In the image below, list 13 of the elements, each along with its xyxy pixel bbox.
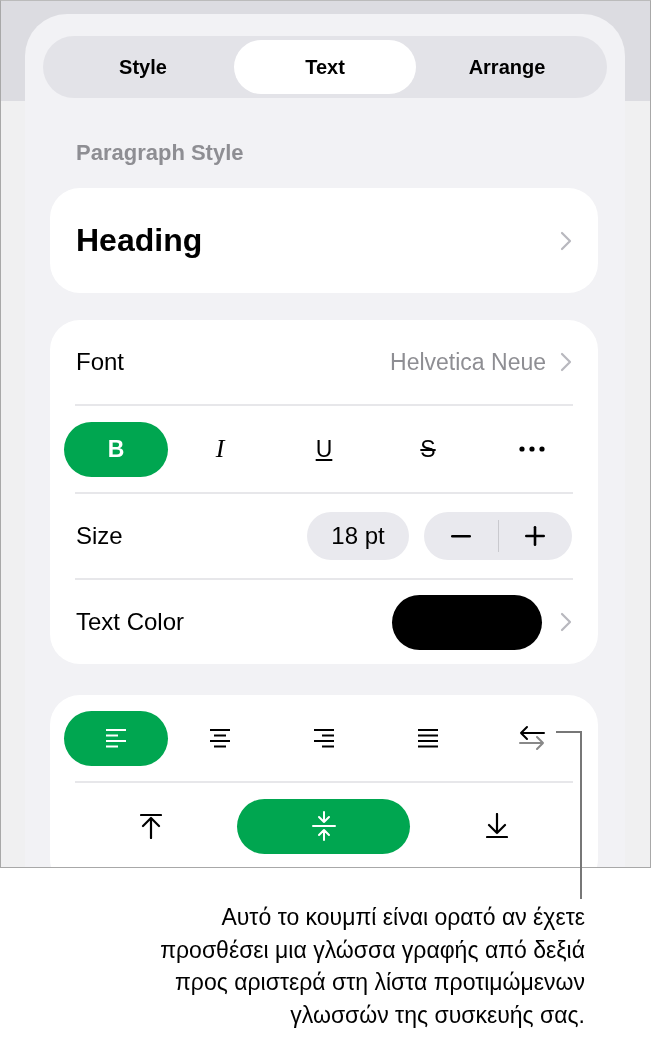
- tab[interactable]: Text: [234, 40, 416, 94]
- callout-text: Αυτό το κουμπί είναι ορατό αν έχετε προσθέσει μια γλώσσα γραφής από δεξιά προς αριστερά στη λίστα προτιμώμενων γλωσσών της συσκευής σας.: [160, 903, 585, 1030]
- size-value[interactable]: 18 pt: [307, 512, 409, 560]
- font-label: Font: [76, 348, 125, 376]
- tab[interactable]: Style: [52, 40, 234, 94]
- size-label: Size: [76, 522, 123, 550]
- strikethrough-button[interactable]: S: [376, 421, 480, 477]
- paragraph-style-button[interactable]: Heading: [50, 188, 598, 293]
- text-color-label: Text Color: [76, 608, 185, 636]
- italic-button[interactable]: I: [168, 421, 272, 477]
- section-label: Paragraph Style: [76, 140, 245, 166]
- underline-button[interactable]: U: [272, 421, 376, 477]
- tab[interactable]: Arrange: [416, 40, 598, 94]
